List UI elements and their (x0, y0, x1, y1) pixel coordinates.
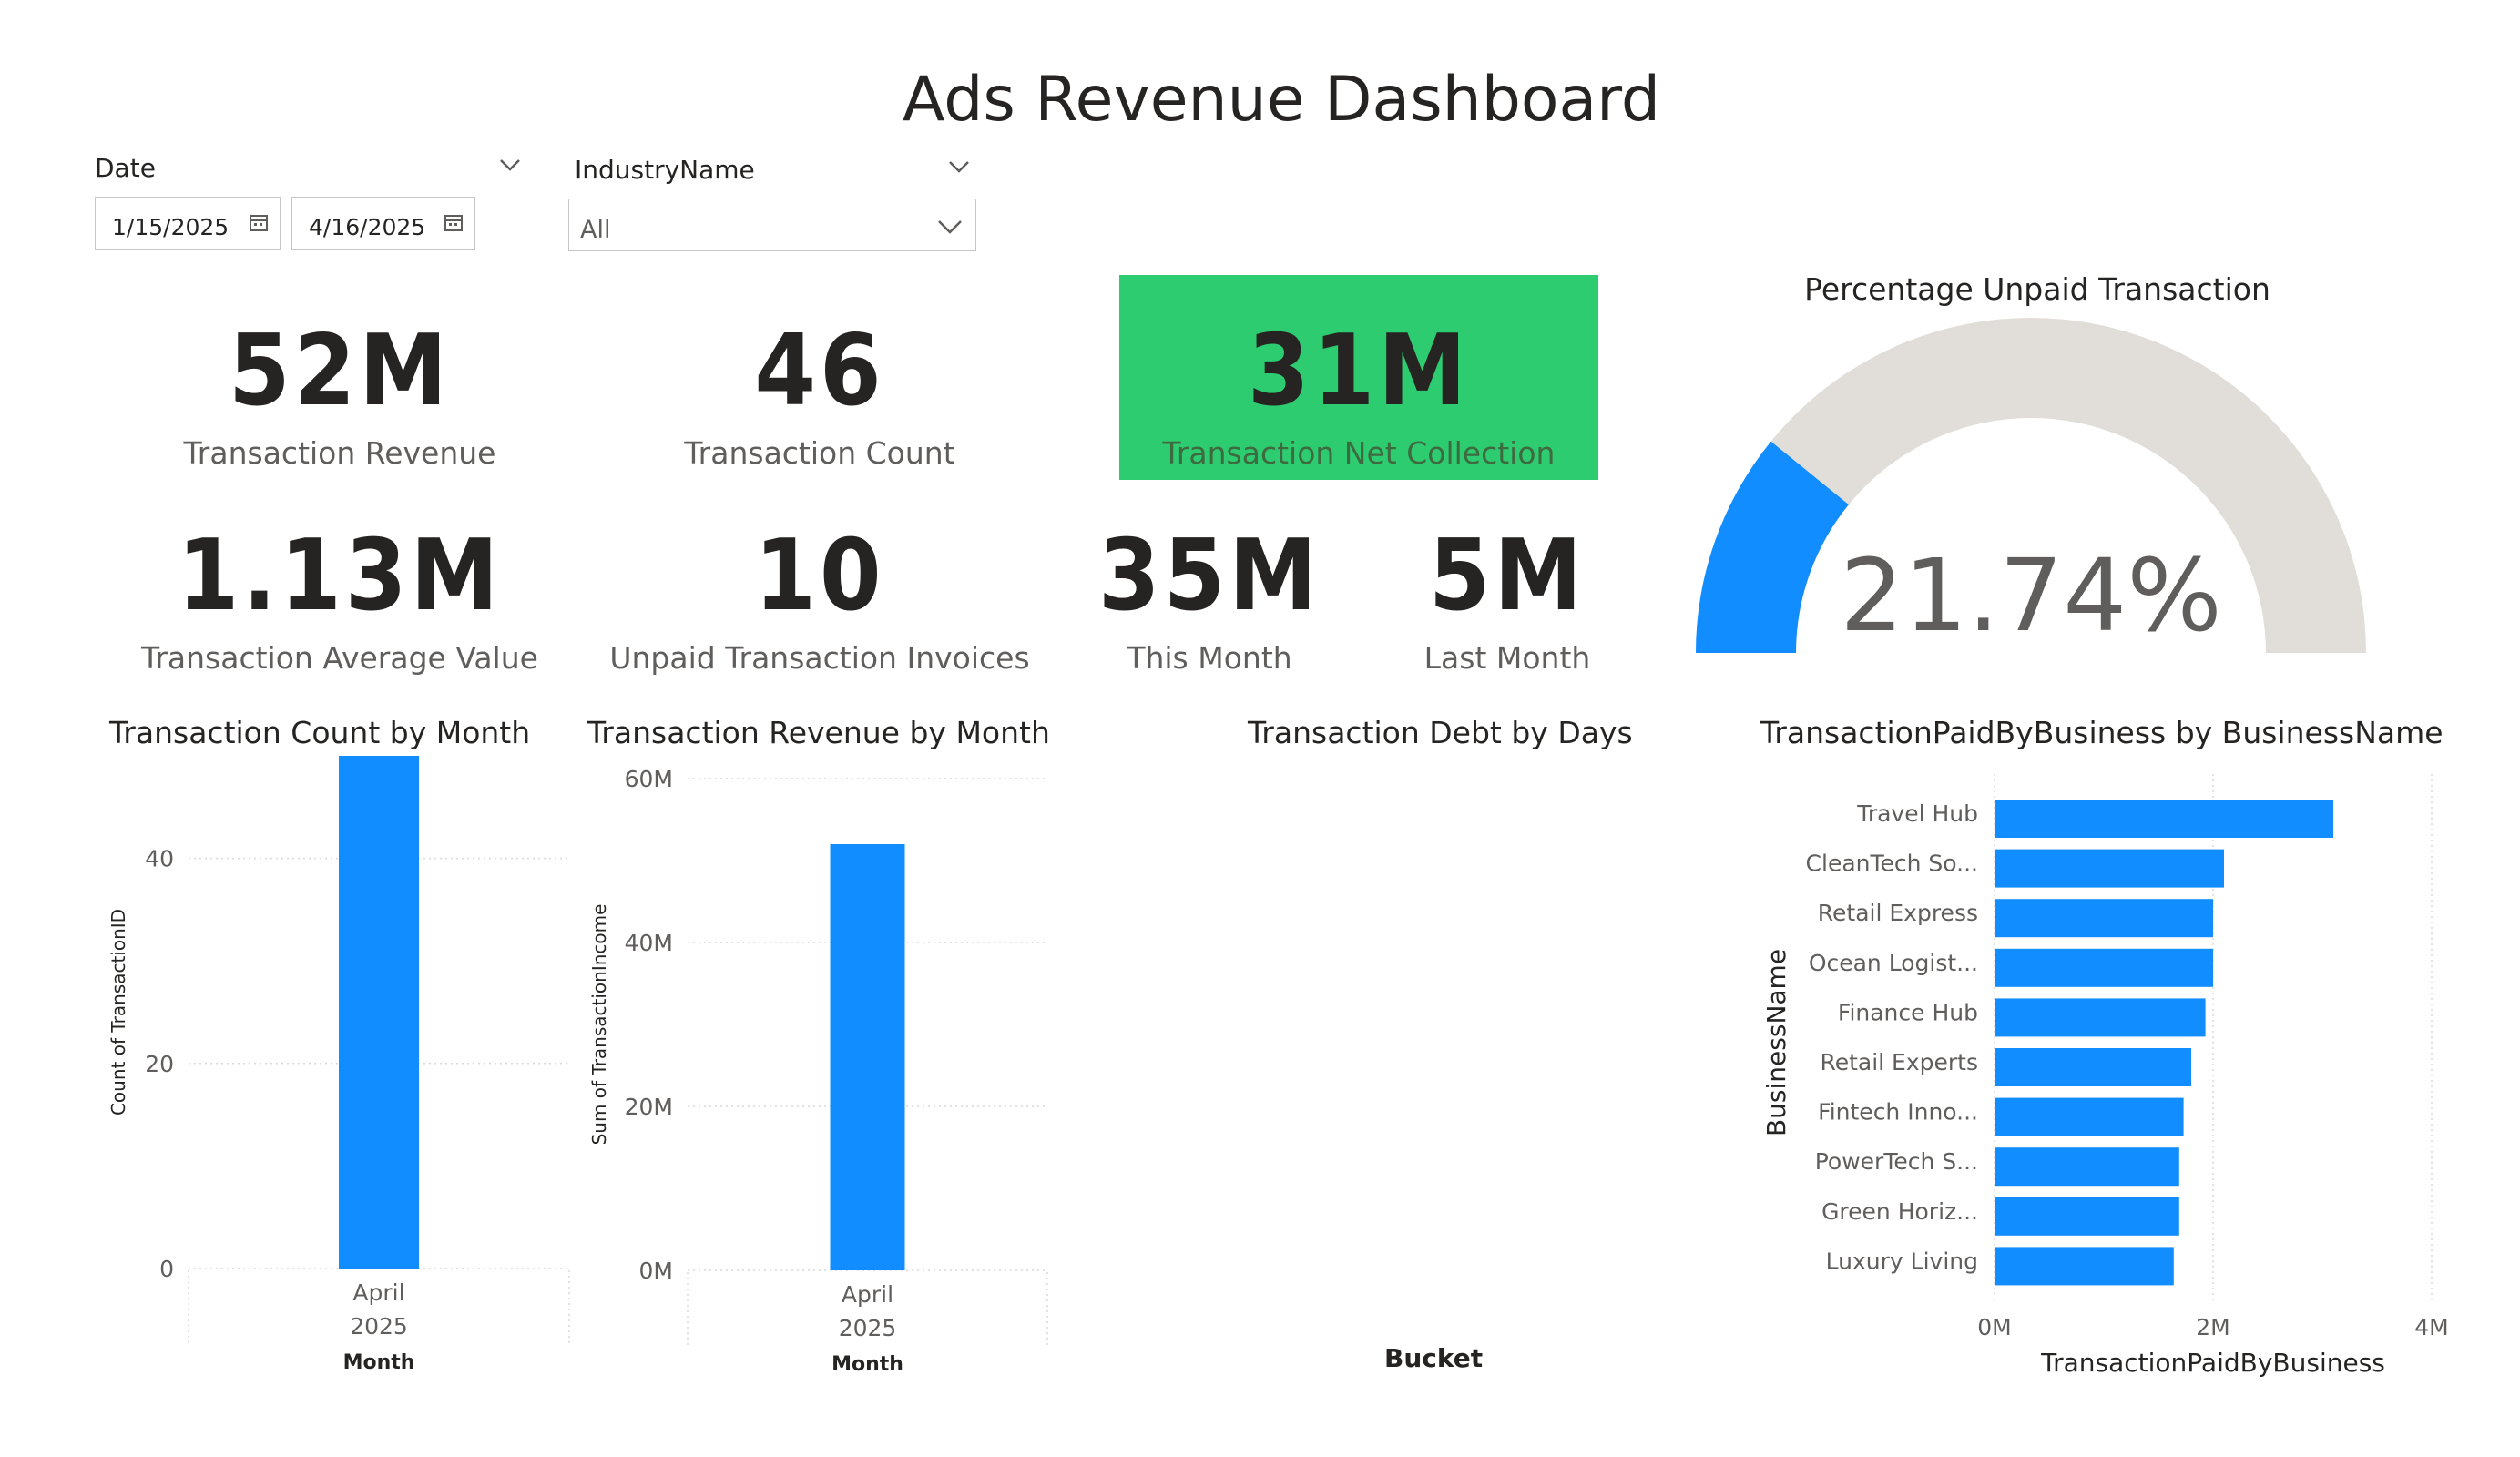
y-tick-label: Travel Hub (1856, 800, 1978, 827)
date-end-value: 4/16/2025 (309, 214, 426, 240)
x-tick-label: 0M (1977, 1314, 2011, 1340)
industry-slicer-label: IndustryName (575, 155, 755, 185)
gauge-value-label: 21.74% (1840, 537, 2221, 654)
y-tick-label: CleanTech So... (1806, 851, 1978, 877)
y-tick-label: Retail Experts (1820, 1049, 1978, 1075)
calendar-icon[interactable] (444, 212, 464, 232)
date-end-input[interactable]: 4/16/2025 (291, 197, 475, 250)
y-tick-label: Luxury Living (1826, 1248, 1978, 1274)
kpi-net-collection-label: Transaction Net Collection (1162, 435, 1556, 471)
x-axis-label: Month (831, 1353, 903, 1376)
x-tick-label: 2M (2196, 1314, 2229, 1340)
y-tick-label: Green Horiz... (1821, 1198, 1978, 1225)
y-tick-label: 0M (639, 1258, 673, 1284)
x-tick-label-year: 2025 (350, 1313, 408, 1340)
bar[interactable] (1995, 1048, 2191, 1086)
bar[interactable] (1995, 948, 2213, 987)
x-axis-label: Month (343, 1351, 415, 1374)
bar[interactable] (1995, 849, 2224, 888)
chevron-down-icon[interactable] (498, 153, 522, 177)
y-axis-label: Sum of TransactionIncome (588, 904, 610, 1146)
x-tick-label-month: April (352, 1279, 404, 1306)
page-title: Ads Revenue Dashboard (902, 64, 1661, 136)
industry-select-value: All (580, 216, 611, 244)
industry-select[interactable]: All (568, 199, 976, 251)
y-tick-label: Retail Express (1818, 900, 1978, 926)
date-start-value: 1/15/2025 (112, 214, 230, 240)
chart-debt-title: Transaction Debt by Days (1248, 715, 1633, 750)
calendar-icon[interactable] (249, 212, 269, 232)
bar[interactable] (1995, 998, 2206, 1037)
kpi-revenue-value: 52M (229, 314, 451, 428)
kpi-count-value: 46 (754, 314, 885, 428)
bar[interactable] (1995, 1147, 2179, 1187)
chart-paid-title: TransactionPaidByBusiness by BusinessNam… (1760, 715, 2443, 750)
count-by-month-chart[interactable]: 0 20 40 April 2025 Month Count of TransactionI… (91, 756, 583, 1393)
chevron-down-icon (938, 220, 962, 234)
bar[interactable] (830, 844, 905, 1270)
x-tick-label-month: April (842, 1281, 893, 1308)
kpi-net-collection-value: 31M (1248, 314, 1470, 428)
chevron-down-icon[interactable] (947, 155, 971, 178)
kpi-this-month-value: 35M (1098, 519, 1321, 633)
bar[interactable] (1995, 1247, 2174, 1286)
y-tick-label: 60M (625, 766, 673, 792)
y-tick-label: 40M (625, 930, 673, 956)
y-tick-label: 40 (145, 846, 174, 872)
kpi-last-month-label: Last Month (1423, 640, 1591, 676)
y-tick-label: 20 (145, 1051, 174, 1077)
y-tick-label: Ocean Logist... (1809, 950, 1978, 976)
x-axis-label: TransactionPaidByBusiness (2040, 1348, 2385, 1378)
gauge-chart[interactable]: 21.74% (1685, 301, 2377, 665)
bar[interactable] (1995, 1097, 2184, 1136)
kpi-unpaid-invoices-label: Unpaid Transaction Invoices (609, 640, 1030, 676)
y-tick-label: 0 (159, 1256, 174, 1282)
kpi-revenue-label: Transaction Revenue (183, 435, 496, 471)
y-axis-label: Count of TransactionID (107, 909, 129, 1116)
chart-count-title: Transaction Count by Month (109, 715, 531, 750)
debt-chart-xlabel: Bucket (1384, 1343, 1484, 1373)
y-tick-label: Fintech Inno... (1818, 1099, 1978, 1126)
kpi-last-month-value: 5M (1428, 519, 1586, 633)
bar[interactable] (1995, 899, 2213, 938)
y-axis-label: BusinessName (1761, 949, 1791, 1136)
kpi-this-month-label: This Month (1127, 640, 1292, 676)
revenue-by-month-chart[interactable]: 0M 20M 40M 60M April 2025 Month Sum of Transact… (574, 756, 1066, 1393)
kpi-average-label: Transaction Average Value (141, 640, 538, 676)
y-tick-label: 20M (625, 1094, 673, 1120)
y-tick-label: Finance Hub (1838, 999, 1978, 1025)
date-slicer-label: Date (95, 153, 156, 183)
kpi-unpaid-invoices-value: 10 (754, 519, 885, 633)
bar[interactable] (1995, 800, 2333, 838)
y-tick-label: PowerTech S... (1815, 1148, 1978, 1175)
paid-by-business-chart[interactable]: 0M 2M 4M Travel Hub CleanTech So... Retail Ex… (1749, 765, 2477, 1384)
date-start-input[interactable]: 1/15/2025 (95, 197, 281, 250)
x-tick-label: 4M (2414, 1314, 2448, 1340)
bar[interactable] (339, 756, 419, 1269)
bar[interactable] (1995, 1197, 2179, 1236)
x-tick-label-year: 2025 (839, 1315, 897, 1341)
kpi-average-value: 1.13M (177, 519, 503, 633)
kpi-count-label: Transaction Count (684, 435, 955, 471)
chart-revenue-title: Transaction Revenue by Month (587, 715, 1050, 750)
